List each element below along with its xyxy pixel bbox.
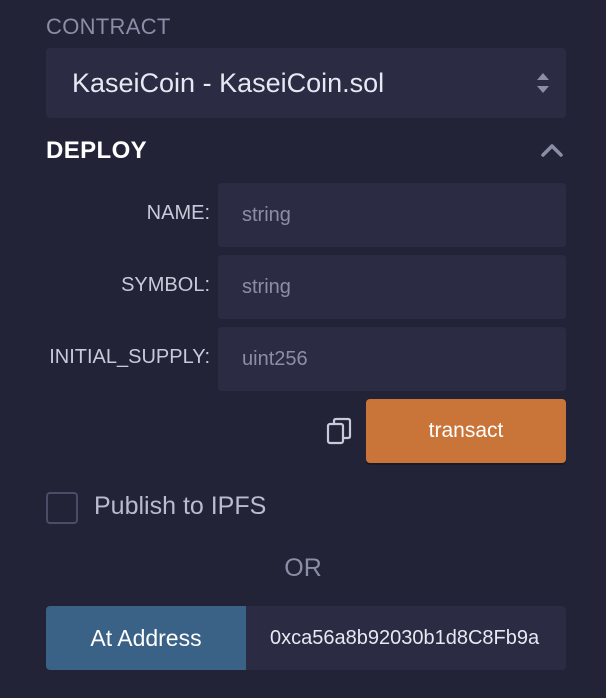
chevron-up-icon[interactable] — [540, 142, 564, 158]
name-input[interactable] — [218, 183, 566, 247]
initial-supply-input[interactable] — [218, 327, 566, 391]
or-divider: OR — [284, 554, 322, 582]
symbol-input[interactable] — [218, 255, 566, 319]
at-address-button[interactable]: At Address — [46, 606, 246, 670]
deploy-title: DEPLOY — [46, 137, 148, 164]
copy-icon[interactable] — [326, 417, 352, 445]
param-label-initial-supply: INITIAL_SUPPLY: — [49, 346, 210, 368]
contract-select-value: KaseiCoin - KaseiCoin.sol — [72, 67, 385, 98]
publish-ipfs-checkbox[interactable] — [46, 492, 78, 524]
publish-ipfs-label: Publish to IPFS — [94, 492, 267, 520]
select-arrows-icon — [537, 73, 549, 93]
param-label-name: NAME: — [146, 202, 210, 224]
contract-label: CONTRACT — [46, 14, 171, 39]
contract-select[interactable]: KaseiCoin - KaseiCoin.sol — [46, 48, 566, 118]
param-label-symbol: SYMBOL: — [121, 274, 210, 296]
deploy-panel: CONTRACT KaseiCoin - KaseiCoin.sol DEPLO… — [0, 0, 606, 698]
address-input[interactable] — [246, 606, 566, 670]
transact-button[interactable]: transact — [366, 399, 566, 463]
